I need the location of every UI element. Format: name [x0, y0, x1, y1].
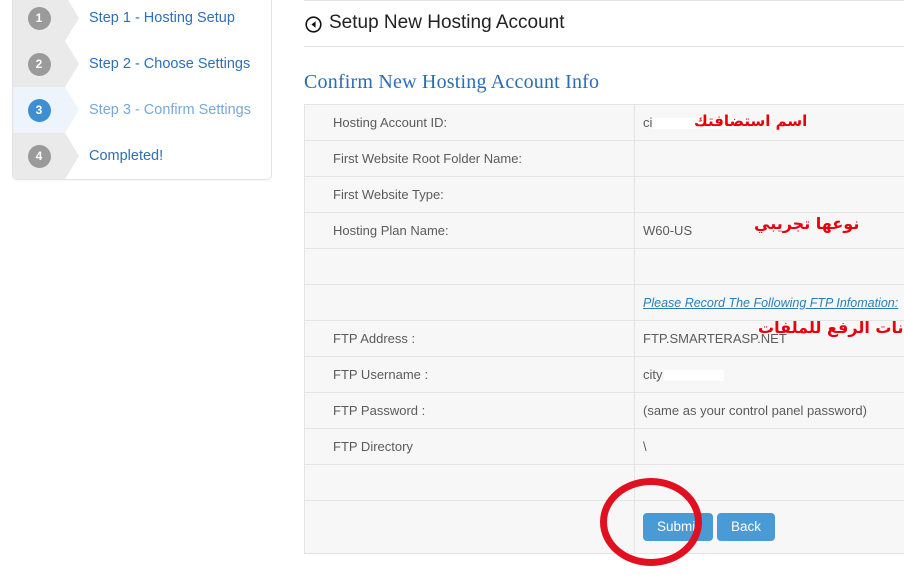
row-label: FTP Address :	[304, 320, 635, 357]
table-row: FTP Password : (same as your control pan…	[304, 392, 904, 429]
row-value: \	[634, 428, 904, 465]
wizard-steps-panel: 1 Step 1 - Hosting Setup 2 Step 2 - Choo…	[12, 0, 272, 180]
row-label: FTP Username :	[304, 356, 635, 393]
ftp-record-note: Please Record The Following FTP Infomati…	[643, 296, 899, 310]
step-number-badge: 1	[27, 6, 51, 30]
row-value: Please Record The Following FTP Infomati…	[634, 284, 904, 321]
step-label: Completed!	[89, 148, 164, 164]
row-label: Hosting Plan Name:	[304, 212, 635, 249]
table-row: First Website Root Folder Name:	[304, 140, 904, 177]
row-label: First Website Root Folder Name:	[304, 140, 635, 177]
row-label	[304, 284, 635, 321]
table-row: FTP Username : city	[304, 356, 904, 393]
row-value	[634, 248, 904, 285]
section-title: Confirm New Hosting Account Info	[304, 71, 600, 93]
table-row-actions: Submit Back	[304, 500, 904, 554]
sidebar-item-step-3[interactable]: 3 Step 3 - Confirm Settings	[13, 87, 271, 133]
sidebar-item-step-2[interactable]: 2 Step 2 - Choose Settings	[13, 41, 271, 87]
step-label: Step 1 - Hosting Setup	[89, 10, 235, 26]
row-value: city	[634, 356, 904, 393]
table-row: FTP Directory \	[304, 428, 904, 465]
table-row: First Website Type:	[304, 176, 904, 213]
step-chevron: 3	[13, 87, 79, 133]
annotation-ftp-info: بيانات الرفع للملفات	[758, 318, 904, 337]
row-label	[304, 464, 635, 501]
row-label: Hosting Account ID:	[304, 104, 635, 141]
sidebar-item-step-4[interactable]: 4 Completed!	[13, 133, 271, 179]
table-row-spacer	[304, 248, 904, 285]
step-chevron: 4	[13, 133, 79, 179]
step-number-badge: 2	[27, 52, 51, 76]
annotation-account-name: اسم استضافتك	[694, 112, 808, 130]
page-title-text: Setup New Hosting Account	[329, 12, 565, 33]
step-label: Step 2 - Choose Settings	[89, 56, 251, 72]
circled-back-arrow-icon[interactable]	[304, 15, 322, 33]
ftp-username-value: city	[643, 367, 663, 382]
step-number-badge: 3	[27, 98, 51, 122]
actions-cell: Submit Back	[634, 500, 904, 554]
page-title: Setup New Hosting Account	[304, 0, 904, 46]
hosting-setup-page: 1 Step 1 - Hosting Setup 2 Step 2 - Choo…	[0, 0, 904, 580]
actions-spacer-cell	[304, 500, 635, 554]
submit-button[interactable]: Submit	[643, 513, 714, 541]
row-label: FTP Password :	[304, 392, 635, 429]
back-button[interactable]: Back	[717, 513, 776, 541]
header-bottom-divider	[304, 46, 904, 47]
annotation-plan-type: نوعها تجريبي	[754, 214, 860, 233]
row-label: First Website Type:	[304, 176, 635, 213]
sidebar-item-step-1[interactable]: 1 Step 1 - Hosting Setup	[13, 0, 271, 41]
step-chevron: 1	[13, 0, 79, 41]
table-row-spacer	[304, 464, 904, 501]
row-label	[304, 248, 635, 285]
row-value: (same as your control panel password)	[634, 392, 904, 429]
header-top-divider	[304, 0, 904, 1]
hosting-account-id-value: ci	[643, 115, 653, 130]
step-number-badge: 4	[27, 144, 51, 168]
row-value	[634, 464, 904, 501]
step-label: Step 3 - Confirm Settings	[89, 102, 251, 118]
redaction-mark	[663, 370, 724, 382]
row-label: FTP Directory	[304, 428, 635, 465]
table-row: Hosting Account ID: ci	[304, 104, 904, 141]
main-content: Setup New Hosting Account Confirm New Ho…	[304, 0, 904, 554]
step-chevron: 2	[13, 41, 79, 87]
row-value	[634, 176, 904, 213]
row-value	[634, 140, 904, 177]
table-row-ftp-notice: Please Record The Following FTP Infomati…	[304, 284, 904, 321]
